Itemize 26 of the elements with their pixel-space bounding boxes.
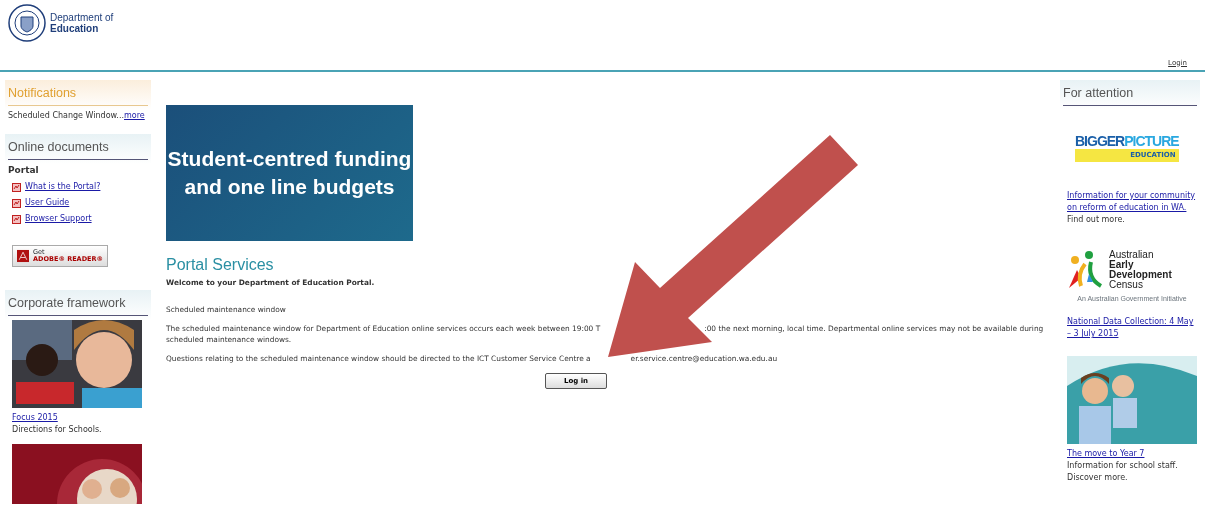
notification-text: Scheduled Change Window...: [8, 110, 124, 120]
pdf-icon: [12, 182, 21, 192]
organisation-name: Education: [50, 23, 99, 34]
crest-icon: [8, 4, 46, 42]
image-caption-link[interactable]: National Data Collection: 4 May – 3 July 2015: [1067, 316, 1197, 341]
section-heading: Online documents: [8, 137, 148, 160]
pdf-icon: [12, 214, 21, 224]
group-heading: Portal: [8, 163, 40, 177]
image-caption: Find out more.: [1067, 213, 1126, 226]
section-heading: Notifications: [8, 84, 148, 106]
document-link[interactable]: What is the Portal?: [25, 181, 101, 193]
section-heading: For attention: [1063, 84, 1197, 106]
section-heading: Corporate framework: [8, 294, 148, 316]
page-title: Portal Services: [166, 255, 275, 275]
document-link[interactable]: Browser Support: [25, 213, 92, 225]
organisation-name: Department of: [50, 12, 114, 23]
image-caption-link[interactable]: The move to Year 7: [1067, 448, 1145, 461]
image-caption-link[interactable]: Focus 2015: [12, 411, 58, 424]
pdf-icon: [12, 198, 21, 208]
document-link[interactable]: User Guide: [25, 197, 70, 209]
adobe-icon: [17, 248, 30, 264]
image-caption: Directions for Schools.: [12, 423, 103, 436]
promo-banner[interactable]: Student-centred funding and one line budgets: [166, 105, 413, 241]
image-caption: Information for school staff. Discover more.: [1067, 460, 1179, 485]
more-link[interactable]: more: [124, 110, 145, 120]
image-caption-link[interactable]: Information for your community on reform of education in WA.: [1067, 189, 1197, 214]
